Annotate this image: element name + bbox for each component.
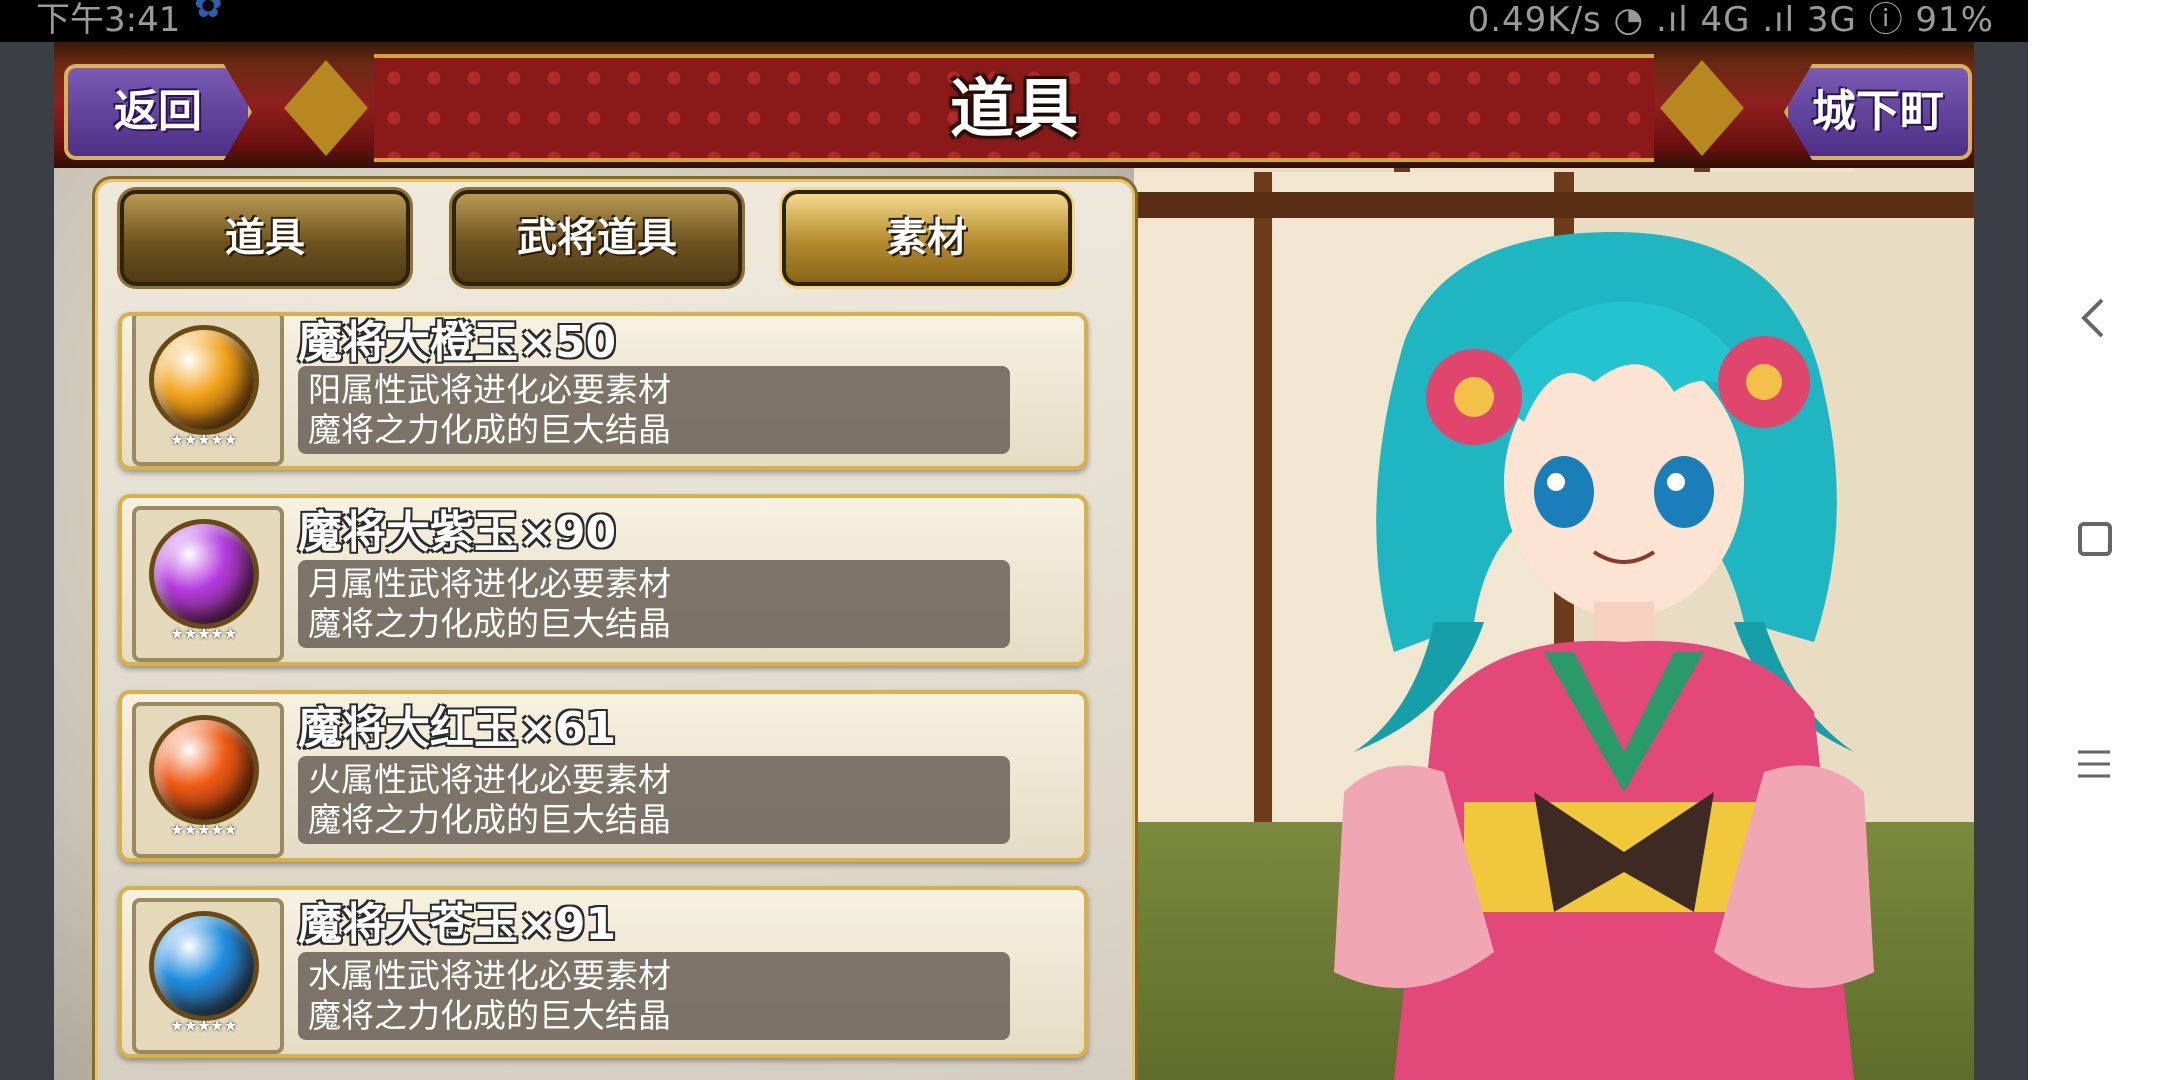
item-name: 魔将大苍玉×91 [298, 899, 617, 950]
rarity-stars: ★★★★★ [170, 624, 238, 643]
item-name: 魔将大紫玉×90 [298, 507, 617, 558]
item-desc-line-2: 魔将之力化成的巨大结晶 [308, 996, 671, 1035]
back-button[interactable]: 返回 [64, 64, 252, 160]
tab-items[interactable]: 道具 [120, 190, 410, 286]
rarity-stars: ★★★★★ [170, 820, 238, 839]
item-desc-line-1: 火属性武将进化必要素材 [308, 760, 671, 799]
system-navigation-bar [2028, 0, 2160, 1080]
square-icon[interactable] [2068, 514, 2120, 566]
chevron-left-icon[interactable] [2068, 292, 2120, 344]
item-name: 魔将大红玉×61 [298, 703, 617, 754]
item-description: 月属性武将进化必要素材 魔将之力化成的巨大结晶 [298, 560, 1010, 648]
item-desc-line-2: 魔将之力化成的巨大结晶 [308, 410, 671, 449]
item-desc-line-2: 魔将之力化成的巨大结晶 [308, 800, 671, 839]
header-bar: 道具 返回 城下町 [54, 42, 1974, 168]
header-ornament-right [1660, 60, 1744, 156]
item-desc-line-1: 水属性武将进化必要素材 [308, 956, 671, 995]
rarity-stars: ★★★★★ [170, 430, 238, 449]
orange-orb-icon [154, 330, 254, 430]
item-desc-line-2: 魔将之力化成的巨大结晶 [308, 604, 671, 643]
item-name: 魔将大橙玉×50 [298, 317, 617, 368]
red-orb-icon [154, 720, 254, 820]
list-item[interactable]: ★★★★★ 魔将大紫玉×90 月属性武将进化必要素材 魔将之力化成的巨大结晶 [118, 494, 1088, 666]
header-ornament-left [284, 60, 368, 156]
blue-orb-icon [154, 916, 254, 1016]
item-description: 火属性武将进化必要素材 魔将之力化成的巨大结晶 [298, 756, 1010, 844]
item-desc-line-1: 月属性武将进化必要素材 [308, 564, 671, 603]
settings-gear-icon: ✿ [194, 0, 223, 26]
page-title: 道具 [950, 73, 1078, 147]
item-desc-line-1: 阳属性武将进化必要素材 [308, 370, 671, 409]
status-indicators: 0.49K/s ◔ .ıl 4G .ıl 3G ⓘ 91% [1467, 0, 1994, 40]
rarity-stars: ★★★★★ [170, 1016, 238, 1035]
menu-icon[interactable] [2068, 738, 2120, 790]
game-screen: 道具 返回 城下町 道具 武将道具 素材 ★★★★★ 魔将大橙玉×50 阳属性武… [54, 42, 1974, 1080]
status-time: 下午3:41 [36, 0, 181, 40]
item-description: 水属性武将进化必要素材 魔将之力化成的巨大结晶 [298, 952, 1010, 1040]
list-item[interactable]: ★★★★★ 魔将大红玉×61 火属性武将进化必要素材 魔将之力化成的巨大结晶 [118, 690, 1088, 862]
list-item[interactable]: ★★★★★ 魔将大橙玉×50 阳属性武将进化必要素材 魔将之力化成的巨大结晶 [118, 312, 1088, 470]
tab-materials[interactable]: 素材 [782, 190, 1072, 286]
purple-orb-icon [154, 524, 254, 624]
tab-general-items[interactable]: 武将道具 [452, 190, 742, 286]
character-illustration [1334, 232, 1874, 1080]
status-bar: 下午3:41 ✿ 0.49K/s ◔ .ıl 4G .ıl 3G ⓘ 91% [0, 0, 2028, 42]
item-description: 阳属性武将进化必要素材 魔将之力化成的巨大结晶 [298, 366, 1010, 454]
list-item[interactable]: ★★★★★ 魔将大苍玉×91 水属性武将进化必要素材 魔将之力化成的巨大结晶 [118, 886, 1088, 1058]
town-button[interactable]: 城下町 [1784, 64, 1972, 160]
